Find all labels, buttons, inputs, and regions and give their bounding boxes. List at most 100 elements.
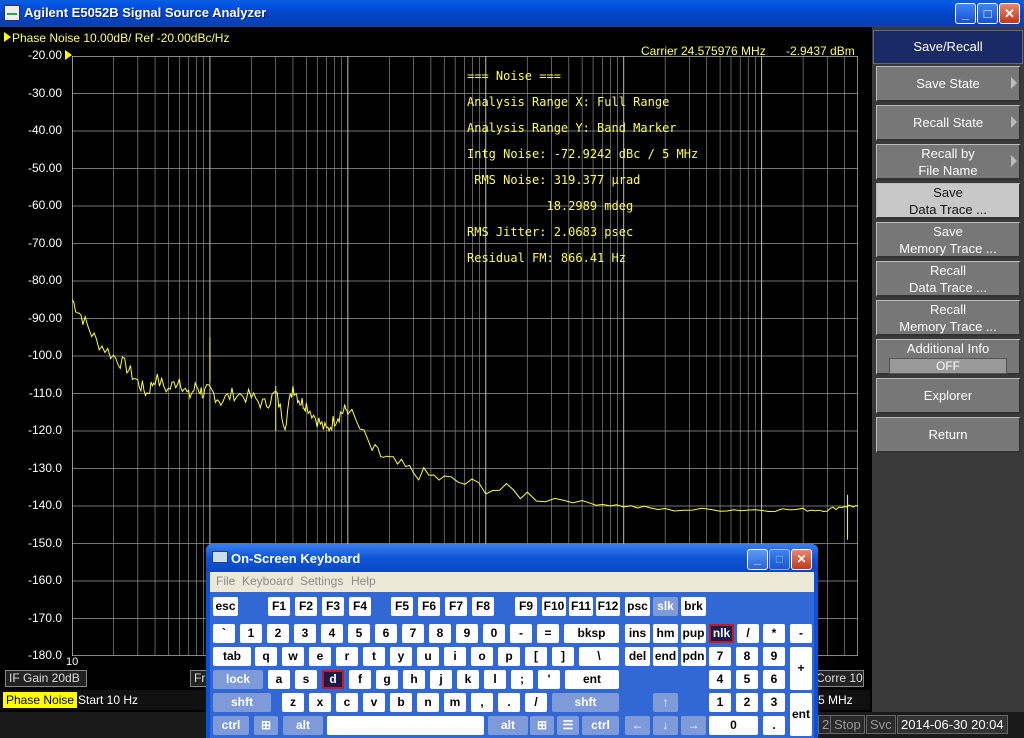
key-minus[interactable]: - [510,624,532,643]
key-f4[interactable]: F4 [349,597,371,616]
key-left-alt[interactable]: alt [283,716,323,735]
key-w[interactable]: w [282,647,304,666]
key-q[interactable]: q [255,647,277,666]
save-state-softkey[interactable]: Save State [876,66,1021,102]
key-s[interactable]: s [295,670,317,689]
key-0[interactable]: 0 [483,624,505,643]
key-j[interactable]: j [430,670,452,689]
key-u[interactable]: u [417,647,439,666]
key-right-arrow[interactable]: → [681,716,706,735]
key-esc[interactable]: esc [213,597,238,616]
key-n[interactable]: n [417,693,439,712]
key-f6[interactable]: F6 [418,597,440,616]
key-period[interactable]: . [498,693,520,712]
return-softkey[interactable]: Return [876,417,1021,453]
key-down-arrow[interactable]: ↓ [653,716,678,735]
save-memory-trace-softkey[interactable]: Save Memory Trace ... [876,222,1021,258]
recall-data-trace-softkey[interactable]: Recall Data Trace ... [876,261,1021,297]
key-1[interactable]: 1 [240,624,262,643]
key-3[interactable]: 3 [294,624,316,643]
key-z[interactable]: z [282,693,304,712]
key-slash[interactable]: / [525,693,547,712]
key-5[interactable]: 5 [348,624,370,643]
save-data-trace-softkey[interactable]: Save Data Trace ... [876,183,1021,219]
key-slk[interactable]: slk [653,597,678,616]
key-home[interactable]: hm [653,624,678,643]
key-8[interactable]: 8 [429,624,451,643]
correlation-status[interactable]: Corre 10 [812,670,864,687]
key-f9[interactable]: F9 [515,597,537,616]
key-num-2[interactable]: 2 [736,693,758,712]
key-pgdn[interactable]: pdn [681,647,706,666]
key-k[interactable]: k [457,670,479,689]
key-right-shift[interactable]: shft [552,693,619,712]
key-space[interactable] [327,716,484,735]
stop-frequency[interactable]: 5 MHz [818,692,853,708]
key-v[interactable]: v [363,693,385,712]
key-num-slash[interactable]: / [737,624,759,643]
key-x[interactable]: x [309,693,331,712]
explorer-softkey[interactable]: Explorer [876,378,1021,414]
key-num-dot[interactable]: . [763,716,785,735]
key-num-star[interactable]: * [763,624,785,643]
key-num-0[interactable]: 0 [709,716,758,735]
key-f2[interactable]: F2 [295,597,317,616]
key-num-enter[interactable]: ent [790,693,812,736]
if-gain-status[interactable]: IF Gain 20dB [5,670,87,687]
osk-minimize-button[interactable]: _ [747,549,768,570]
key-num-plus[interactable]: + [790,647,812,690]
key-right-alt[interactable]: alt [488,716,528,735]
context-menu-icon[interactable]: ☰ [557,716,579,735]
windows-logo-icon[interactable]: ⊞ [530,716,554,735]
key-f11[interactable]: F11 [569,597,593,616]
key-f3[interactable]: F3 [322,597,344,616]
key-num-9[interactable]: 9 [763,647,785,666]
key-c[interactable]: c [336,693,358,712]
start-frequency[interactable]: Start 10 Hz [78,692,138,708]
osk-menu-help[interactable]: Help [351,574,376,588]
key-f5[interactable]: F5 [391,597,413,616]
key-num-1[interactable]: 1 [709,693,731,712]
key-o[interactable]: o [471,647,493,666]
osk-menu-file[interactable]: File [216,574,235,588]
key-num-3[interactable]: 3 [763,693,785,712]
key-ins[interactable]: ins [625,624,650,643]
key-9[interactable]: 9 [456,624,478,643]
key-e[interactable]: e [309,647,331,666]
key-f10[interactable]: F10 [542,597,566,616]
key-h[interactable]: h [403,670,425,689]
key-left-ctrl[interactable]: ctrl [213,716,249,735]
key-pgup[interactable]: pup [681,624,706,643]
key-num-8[interactable]: 8 [736,647,758,666]
key-tab[interactable]: tab [213,647,251,666]
windows-logo-icon[interactable]: ⊞ [254,716,278,735]
key-7[interactable]: 7 [402,624,424,643]
key-capslock[interactable]: lock [213,670,263,689]
close-button[interactable]: ✕ [999,3,1020,24]
key-end[interactable]: end [653,647,678,666]
key-brk[interactable]: brk [681,597,706,616]
key-grave[interactable]: ` [213,624,235,643]
key-right-bracket[interactable]: ] [552,647,574,666]
key-backspace[interactable]: bksp [564,624,619,643]
key-4[interactable]: 4 [321,624,343,643]
key-d[interactable]: d [322,670,344,689]
window-title-bar[interactable]: Agilent E5052B Signal Source Analyzer _ … [0,0,1024,27]
key-num-5[interactable]: 5 [736,670,758,689]
maximize-button[interactable]: □ [977,3,998,24]
trace-setting-label[interactable]: Phase Noise 10.00dB/ Ref -20.00dBc/Hz [12,31,229,45]
key-2[interactable]: 2 [267,624,289,643]
additional-info-softkey[interactable]: Additional Info OFF [876,339,1021,375]
key-quote[interactable]: ' [538,670,560,689]
key-del[interactable]: del [625,647,650,666]
key-r[interactable]: r [336,647,358,666]
key-f8[interactable]: F8 [472,597,494,616]
key-up-arrow[interactable]: ↑ [653,693,678,712]
key-enter[interactable]: ent [565,670,619,689]
key-a[interactable]: a [268,670,290,689]
key-num-4[interactable]: 4 [709,670,731,689]
key-num-6[interactable]: 6 [763,670,785,689]
minimize-button[interactable]: _ [955,3,976,24]
recall-by-file-name-softkey[interactable]: Recall by File Name [876,144,1021,180]
key-6[interactable]: 6 [375,624,397,643]
